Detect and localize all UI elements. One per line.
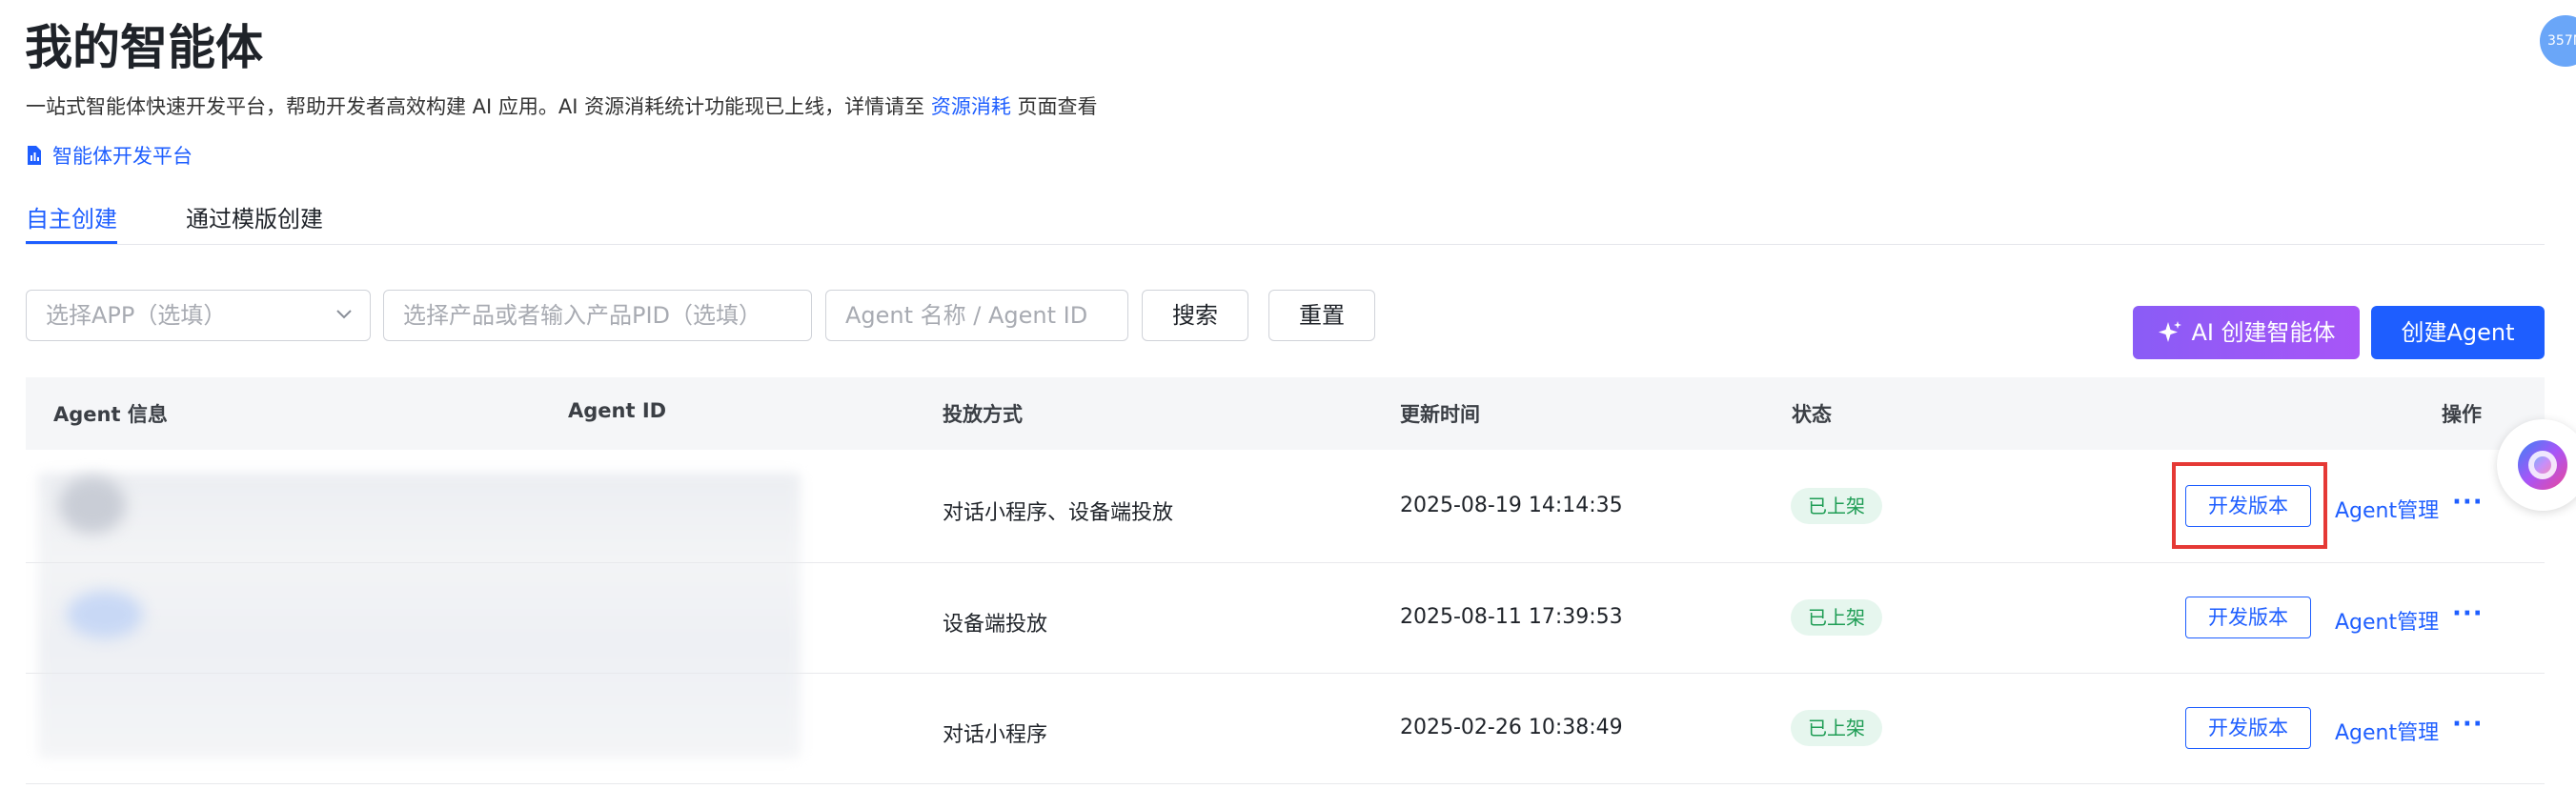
ai-create-agent-button[interactable]: AI 创建智能体 [2133,306,2360,359]
row-2-delivery: 设备端投放 [943,613,1048,637]
highlight-box [2172,462,2327,549]
platform-link-label[interactable]: 智能体开发平台 [52,141,193,170]
reset-button[interactable]: 重置 [1268,290,1375,341]
column-header-delivery: 投放方式 [943,403,1023,426]
chevron-down-icon [336,310,352,319]
agent-search-placeholder: Agent 名称 / Agent ID [845,302,1088,329]
row-3-more-icon[interactable]: ··· [2452,710,2484,738]
agent-platform-link[interactable]: 智能体开发平台 [26,141,193,170]
row-2-updated: 2025-08-11 17:39:53 [1400,605,1623,629]
resource-usage-link[interactable]: 资源消耗 [931,95,1011,118]
floating-assistant-button[interactable] [2497,419,2576,511]
product-input-placeholder: 选择产品或者输入产品PID（选填） [403,302,762,329]
blurred-agent-info [38,473,801,759]
row-divider [26,783,2545,784]
row-3-updated: 2025-02-26 10:38:49 [1400,716,1623,739]
row-3-agent-manage-link[interactable]: Agent管理 [2335,716,2439,746]
row-3-delivery: 对话小程序 [943,723,1048,747]
column-header-actions: 操作 [2442,403,2482,426]
ai-create-label: AI 创建智能体 [2191,319,2336,346]
agent-search-input[interactable]: Agent 名称 / Agent ID [825,290,1128,341]
app-select[interactable]: 选择APP（选填） [26,290,371,341]
row-3-dev-version-button[interactable]: 开发版本 [2185,707,2311,749]
row-1-status-badge: 已上架 [1791,488,1882,524]
blurred-agent-avatar [67,591,143,638]
product-input[interactable]: 选择产品或者输入产品PID（选填） [383,290,812,341]
row-2-status-badge: 已上架 [1791,599,1882,636]
blurred-agent-avatar [59,476,126,534]
column-header-agent-info: Agent 信息 [53,403,168,426]
description-suffix: 页面查看 [1017,95,1098,118]
column-header-agent-id: Agent ID [568,399,667,422]
document-chart-icon [28,146,41,165]
row-1-more-icon[interactable]: ··· [2452,488,2484,516]
page-description: 一站式智能体快速开发平台，帮助开发者高效构建 AI 应用。AI 资源消耗统计功能… [26,91,1098,120]
avatar[interactable]: 357M [2540,15,2576,67]
column-header-status: 状态 [1792,403,1832,426]
row-1-agent-manage-link[interactable]: Agent管理 [2335,494,2439,524]
row-divider [26,562,2545,563]
search-button[interactable]: 搜索 [1142,290,1248,341]
create-tabs: 自主创建 通过模版创建 [26,200,323,244]
create-agent-button[interactable]: 创建Agent [2371,306,2545,359]
row-2-dev-version-button[interactable]: 开发版本 [2185,597,2311,638]
tab-template-create[interactable]: 通过模版创建 [186,200,323,244]
tabs-divider [26,244,2545,245]
row-divider [26,673,2545,674]
row-1-updated: 2025-08-19 14:14:35 [1400,494,1623,517]
assistant-orb-icon [2518,440,2567,490]
sparkle-icon [2159,321,2182,342]
tab-self-create[interactable]: 自主创建 [26,200,117,244]
row-3-status-badge: 已上架 [1791,710,1882,746]
column-header-updated: 更新时间 [1400,403,1480,426]
row-2-agent-manage-link[interactable]: Agent管理 [2335,605,2439,636]
page-title: 我的智能体 [25,20,263,75]
description-text: 一站式智能体快速开发平台，帮助开发者高效构建 AI 应用。AI 资源消耗统计功能… [26,95,925,118]
row-1-delivery: 对话小程序、设备端投放 [943,501,1174,525]
app-select-placeholder: 选择APP（选填） [46,302,227,329]
table-header [26,377,2545,450]
row-2-more-icon[interactable]: ··· [2452,599,2484,628]
